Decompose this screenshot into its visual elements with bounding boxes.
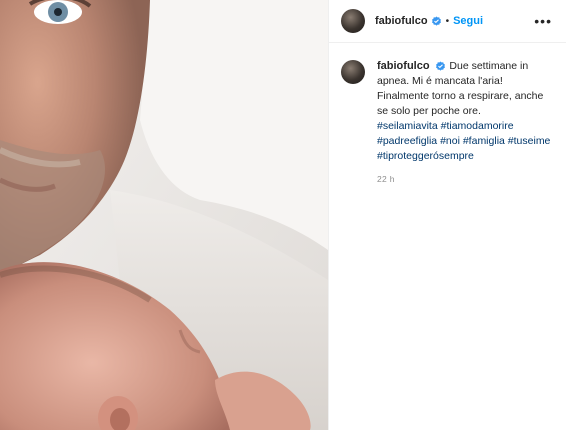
hashtag-link[interactable]: #tiamodamorire [441, 120, 514, 132]
post-sidebar: fabiofulco • Segui ••• fabiofulco Due se… [328, 0, 566, 430]
caption-comment: fabiofulco Due settimane in apnea. Mi é … [329, 43, 566, 187]
caption-avatar[interactable] [341, 60, 365, 84]
header-username[interactable]: fabiofulco [375, 15, 428, 27]
hashtag-link[interactable]: #noi [440, 135, 460, 147]
caption-text-block: fabiofulco Due settimane in apnea. Mi é … [377, 59, 554, 187]
more-options-icon[interactable]: ••• [532, 13, 554, 29]
caption-username[interactable]: fabiofulco [377, 60, 430, 72]
hashtag-link[interactable]: #padreefiglia [377, 135, 437, 147]
hashtag-link[interactable]: #tuseime [508, 135, 551, 147]
separator-dot: • [445, 15, 450, 27]
verified-badge-icon [431, 15, 442, 27]
photo-father-and-baby [0, 0, 328, 430]
post-photo[interactable] [0, 0, 328, 430]
verified-badge-icon [435, 61, 446, 72]
avatar[interactable] [341, 9, 365, 33]
instagram-post: fabiofulco • Segui ••• fabiofulco Due se… [0, 0, 566, 430]
hashtag-link[interactable]: #tiproteggerósempre [377, 150, 474, 162]
hashtag-link[interactable]: #famiglia [463, 135, 505, 147]
follow-button[interactable]: Segui [453, 15, 483, 27]
post-header: fabiofulco • Segui ••• [329, 0, 566, 43]
hashtag-link[interactable]: #seilamiavita [377, 120, 438, 132]
post-timestamp[interactable]: 22 h [377, 172, 554, 187]
